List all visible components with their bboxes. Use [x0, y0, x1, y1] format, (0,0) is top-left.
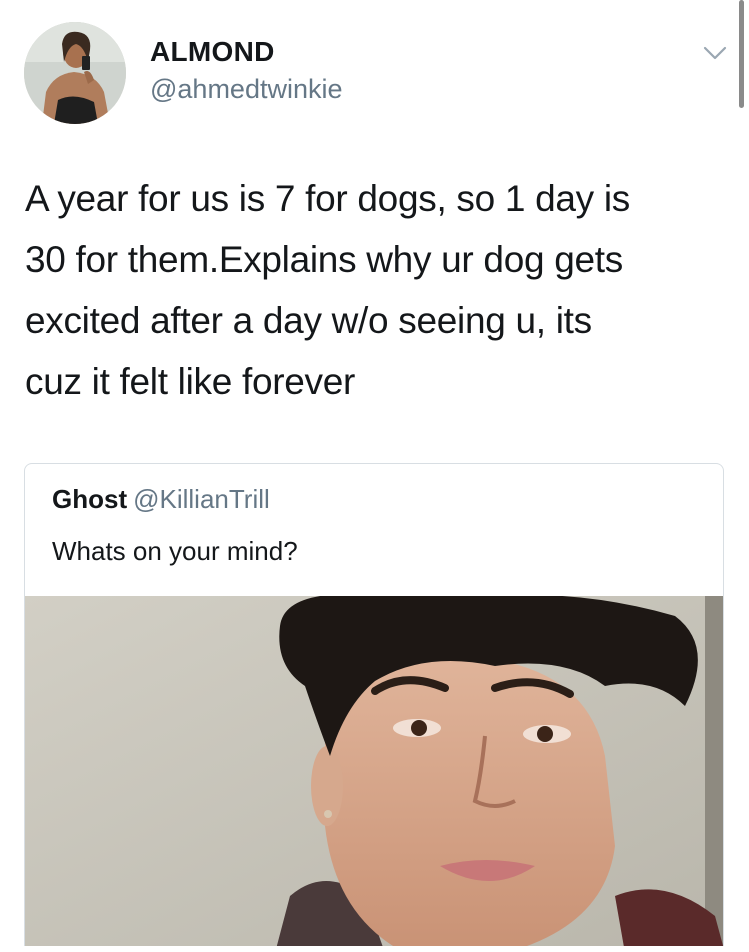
author-name[interactable]: ALMOND: [150, 36, 275, 68]
bottom-divider: [0, 946, 749, 952]
quoted-author-name: Ghost: [52, 484, 128, 514]
quoted-tweet-photo[interactable]: [25, 596, 723, 952]
avatar[interactable]: [24, 22, 126, 124]
scroll-indicator[interactable]: [739, 0, 744, 108]
chevron-down-icon[interactable]: [700, 38, 730, 68]
quoted-author-handle: @KillianTrill: [133, 484, 270, 514]
quoted-tweet-card[interactable]: Ghost @KillianTrill Whats on your mind?: [24, 463, 724, 952]
tweet-text: A year for us is 7 for dogs, so 1 day is…: [25, 178, 630, 402]
quoted-tweet-text: Whats on your mind?: [52, 536, 298, 566]
quoted-tweet-header: Ghost @KillianTrill: [52, 484, 270, 515]
author-handle[interactable]: @ahmedtwinkie: [150, 74, 343, 105]
tweet: ALMOND @ahmedtwinkie A year for us is 7 …: [0, 0, 749, 952]
